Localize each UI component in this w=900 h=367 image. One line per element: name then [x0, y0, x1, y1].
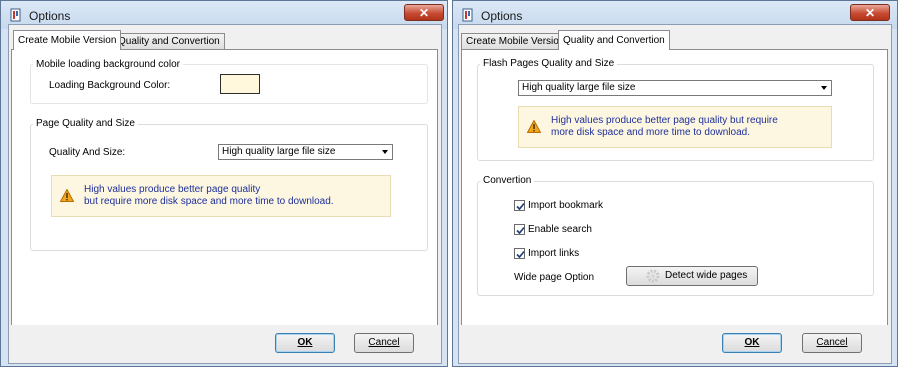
chevron-down-icon — [821, 86, 827, 90]
quality-note: High values produce better page quality … — [518, 106, 832, 148]
tab-create-mobile-version[interactable]: Create Mobile Version — [461, 33, 570, 50]
ok-button[interactable]: OK — [275, 333, 335, 353]
tab-quality-and-convertion[interactable]: Quality and Convertion — [558, 30, 670, 50]
group-title: Mobile loading background color — [33, 59, 183, 70]
close-button[interactable]: ✕ — [404, 4, 444, 21]
import-bookmark-label: Import bookmark — [528, 200, 604, 211]
import-links-label: Import links — [528, 248, 580, 259]
quality-select-value: High quality large file size — [222, 146, 336, 157]
checkmark-icon — [516, 250, 525, 259]
note-line-1: High values produce better page quality … — [551, 115, 778, 126]
app-icon — [10, 8, 21, 22]
page-quality-group: Page Quality and Size Quality And Size: … — [30, 118, 428, 251]
app-icon — [462, 8, 473, 22]
background-color-label: Loading Background Color: — [49, 80, 171, 91]
wide-page-option-label: Wide page Option — [514, 272, 595, 283]
cancel-button[interactable]: Cancel — [354, 333, 414, 353]
checkmark-icon — [516, 202, 525, 211]
note-line-2: more disk space and more time to downloa… — [551, 127, 750, 138]
detect-wide-pages-button[interactable]: Detect wide pages — [626, 266, 758, 286]
note-line-2: but require more disk space and more tim… — [84, 196, 334, 207]
chevron-down-icon — [382, 150, 388, 154]
quality-and-size-label: Quality And Size: — [49, 147, 126, 158]
quality-select[interactable]: High quality large file size — [218, 144, 393, 160]
group-title: Flash Pages Quality and Size — [480, 58, 618, 69]
checkmark-icon — [516, 226, 525, 235]
ok-button[interactable]: OK — [722, 333, 782, 353]
dialog-client-area: Create Mobile Version Quality and Conver… — [8, 24, 442, 364]
note-line-1: High values produce better page quality — [84, 184, 261, 195]
close-button[interactable]: ✕ — [850, 4, 890, 21]
window-title: Options — [481, 9, 523, 23]
tab-panel: Flash Pages Quality and Size High qualit… — [461, 49, 888, 326]
import-links-checkbox[interactable] — [514, 248, 525, 259]
tab-create-mobile-version[interactable]: Create Mobile Version — [13, 30, 122, 50]
flash-quality-group: Flash Pages Quality and Size High qualit… — [477, 58, 874, 161]
enable-search-checkbox[interactable] — [514, 224, 525, 235]
warning-icon — [527, 120, 541, 133]
dialog-client-area: Create Mobile Version Quality and Conver… — [458, 24, 892, 364]
quality-note: High values produce better page quality … — [51, 175, 391, 217]
dialog-footer: OK Cancel — [459, 325, 891, 363]
background-color-group: Mobile loading background color Loading … — [30, 59, 428, 104]
warning-icon — [60, 189, 74, 202]
import-bookmark-checkbox[interactable] — [514, 200, 525, 211]
enable-search-label: Enable search — [528, 224, 592, 235]
window-title: Options — [29, 9, 71, 23]
group-title: Convertion — [480, 175, 535, 186]
detect-wide-pages-label: Detect wide pages — [665, 270, 748, 281]
tab-quality-and-convertion[interactable]: Quality and Convertion — [113, 33, 225, 50]
gear-icon — [646, 269, 660, 283]
options-dialog-left: Options ✕ Create Mobile Version Quality … — [0, 0, 448, 367]
options-dialog-right: Options ✕ Create Mobile Version Quality … — [452, 0, 898, 367]
group-title: Page Quality and Size — [33, 118, 138, 129]
flash-quality-select-value: High quality large file size — [522, 82, 636, 93]
cancel-button[interactable]: Cancel — [802, 333, 862, 353]
tab-panel: Mobile loading background color Loading … — [11, 49, 438, 326]
convertion-group: Convertion Import bookmark Enable search… — [477, 175, 874, 296]
flash-quality-select[interactable]: High quality large file size — [518, 80, 832, 96]
background-color-swatch[interactable] — [220, 74, 260, 94]
dialog-footer: OK Cancel — [9, 325, 441, 363]
